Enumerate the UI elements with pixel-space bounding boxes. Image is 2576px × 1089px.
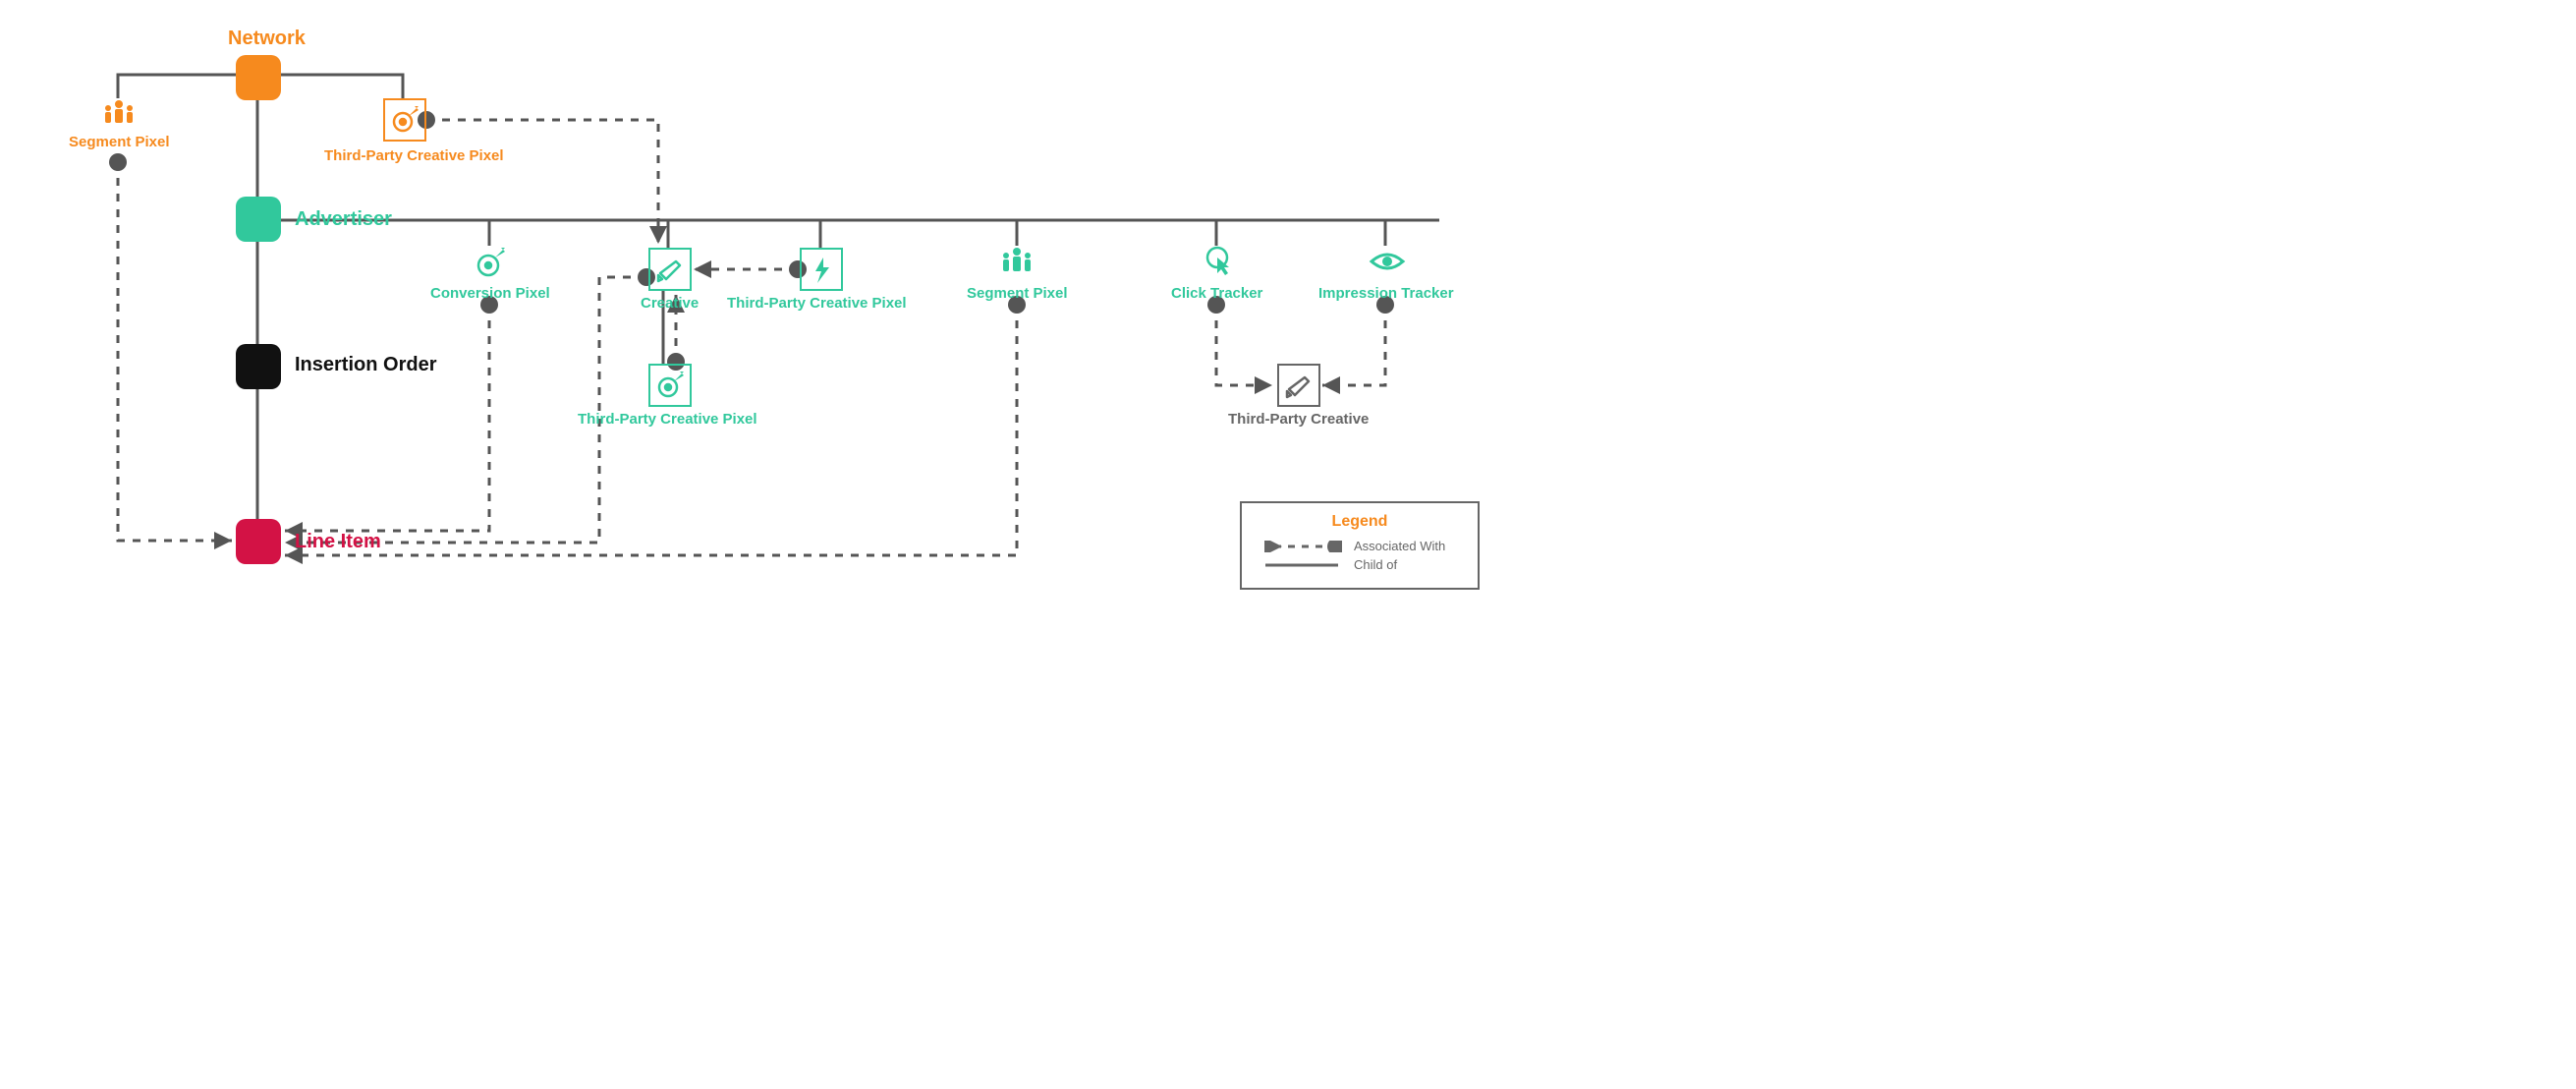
- megaphone-icon: [654, 254, 686, 285]
- segment-pixel-net-label: Segment Pixel: [69, 134, 170, 150]
- legend-associated-label: Associated With: [1354, 539, 1445, 553]
- line-item-label: Line Item: [295, 531, 381, 553]
- legend-child-label: Child of: [1354, 557, 1397, 572]
- tpcp-net-box: [383, 98, 426, 142]
- insertion-order-node: [236, 344, 281, 389]
- dashed-line-icon: [1261, 541, 1342, 552]
- tpcp-creative-label: Third-Party Creative Pixel: [578, 411, 757, 428]
- click-tracker-label: Click Tracker: [1171, 285, 1262, 302]
- advertiser-node: [236, 197, 281, 242]
- target-icon: [474, 246, 507, 279]
- target-icon: [654, 370, 686, 401]
- click-icon: [1201, 244, 1234, 277]
- megaphone-icon: [1283, 370, 1315, 401]
- impression-tracker-label: Impression Tracker: [1318, 285, 1454, 302]
- tpcp-creative-box: [648, 364, 692, 407]
- target-icon: [389, 104, 420, 136]
- diagram-canvas: Network Advertiser Insertion Order Line …: [0, 0, 1523, 688]
- people-icon: [1000, 246, 1034, 277]
- tpcp-adv-box: [800, 248, 843, 291]
- segment-pixel-adv-label: Segment Pixel: [967, 285, 1068, 302]
- line-item-node: [236, 519, 281, 564]
- legend-box: Legend Associated With Child of: [1240, 501, 1480, 590]
- network-node: [236, 55, 281, 100]
- legend-child-row: Child of: [1261, 557, 1458, 572]
- legend-title: Legend: [1261, 513, 1458, 531]
- advertiser-label: Advertiser: [295, 208, 392, 231]
- tpcp-net-label: Third-Party Creative Pixel: [324, 147, 504, 164]
- people-icon: [102, 98, 136, 128]
- insertion-order-label: Insertion Order: [295, 354, 436, 376]
- tpcp-adv-label: Third-Party Creative Pixel: [727, 295, 907, 312]
- bolt-icon: [806, 254, 837, 285]
- network-label: Network: [228, 28, 306, 50]
- conversion-pixel-label: Conversion Pixel: [430, 285, 550, 302]
- legend-associated-row: Associated With: [1261, 539, 1458, 553]
- eye-icon: [1368, 248, 1407, 275]
- third-party-creative-box: [1277, 364, 1320, 407]
- third-party-creative-label: Third-Party Creative: [1228, 411, 1369, 428]
- creative-box: [648, 248, 692, 291]
- solid-line-icon: [1261, 559, 1342, 571]
- creative-label: Creative: [641, 295, 699, 312]
